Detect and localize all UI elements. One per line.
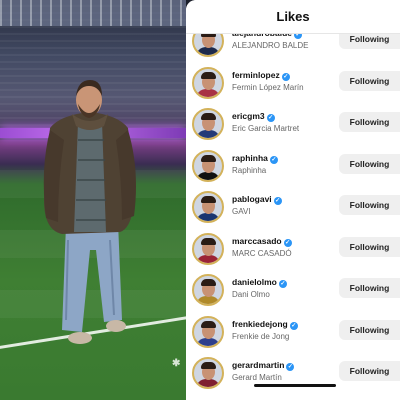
following-button[interactable]: Following — [339, 236, 400, 257]
verified-badge-icon: ✓ — [283, 238, 292, 247]
avatar[interactable] — [192, 315, 224, 348]
full-name: Frenkie de Jong — [232, 331, 290, 341]
avatar[interactable] — [192, 274, 224, 306]
following-button[interactable]: Following — [339, 278, 400, 298]
liker-row[interactable]: raphinha ✓ Raphinha Following — [186, 145, 400, 187]
full-name: Fermin López Marín — [232, 82, 304, 92]
username-text[interactable]: pablogavi — [232, 194, 272, 204]
username-text[interactable]: raphinha — [232, 153, 268, 163]
username[interactable]: gerardmartin ✓ — [232, 360, 295, 371]
likes-panel: Likes alejandrobalde✓ALEJANDRO BALDEFoll… — [186, 0, 400, 400]
following-button[interactable]: Following — [339, 319, 400, 340]
following-button[interactable]: Following — [339, 112, 400, 132]
username[interactable]: marccasado ✓ — [232, 236, 292, 247]
verified-badge-icon: ✓ — [266, 114, 275, 122]
full-name: ALEJANDRO BALDE — [232, 41, 309, 50]
post-photo — [0, 0, 186, 400]
username[interactable]: frenkiedejong ✓ — [232, 319, 298, 330]
person-figure — [43, 80, 136, 344]
username-text[interactable]: ericgm3 — [232, 111, 265, 121]
liker-row[interactable]: marccasado ✓ MARC CASADÓ Following — [186, 228, 400, 270]
avatar[interactable] — [192, 357, 224, 389]
liker-row[interactable]: ericgm3 ✓ Eric Garcia Martret Following — [186, 103, 400, 145]
avatar[interactable] — [192, 232, 224, 265]
likes-list: alejandrobalde✓ALEJANDRO BALDEFollowingf… — [186, 20, 400, 394]
verified-badge-icon: ✓ — [289, 321, 298, 330]
username-text[interactable]: gerardmartin — [232, 360, 284, 370]
watermark-mark: ✱ — [172, 358, 181, 369]
avatar[interactable] — [192, 149, 224, 182]
username[interactable]: ericgm3 ✓ — [232, 111, 275, 122]
following-button[interactable]: Following — [339, 153, 400, 174]
liker-row[interactable]: gerardmartin ✓ Gerard Martín Following — [186, 352, 400, 394]
username-text[interactable]: frenkiedejong — [232, 319, 288, 329]
liker-row[interactable]: frenkiedejong ✓ Frenkie de Jong Following — [186, 311, 400, 353]
verified-badge-icon: ✓ — [269, 155, 278, 164]
verified-badge-icon: ✓ — [278, 280, 287, 288]
full-name: Dani Olmo — [232, 290, 270, 299]
username-text[interactable]: marccasado — [232, 236, 282, 246]
following-button[interactable]: Following — [339, 361, 400, 381]
likes-title: Likes — [186, 0, 400, 34]
full-name: Raphinha — [232, 165, 267, 175]
verified-badge-icon: ✓ — [286, 363, 295, 371]
full-name: Gerard Martín — [232, 373, 282, 382]
full-name: GAVI — [232, 207, 251, 216]
home-indicator — [254, 384, 336, 387]
username-text[interactable]: danielolmo — [232, 277, 277, 287]
following-button[interactable]: Following — [339, 195, 400, 215]
liker-row[interactable]: pablogavi ✓ GAVI Following — [186, 186, 400, 228]
avatar[interactable] — [192, 191, 224, 223]
full-name: MARC CASADÓ — [232, 248, 292, 258]
username[interactable]: danielolmo ✓ — [232, 277, 287, 288]
avatar[interactable] — [192, 108, 224, 140]
avatar[interactable] — [192, 66, 224, 99]
verified-badge-icon: ✓ — [281, 72, 290, 81]
username[interactable]: pablogavi ✓ — [232, 194, 282, 205]
following-button[interactable]: Following — [339, 70, 400, 91]
username[interactable]: raphinha ✓ — [232, 153, 278, 164]
liker-row[interactable]: ferminlopez ✓ Fermin López Marín Following — [186, 62, 400, 104]
liker-row[interactable]: danielolmo ✓ Dani Olmo Following — [186, 269, 400, 311]
verified-badge-icon: ✓ — [273, 197, 282, 205]
full-name: Eric Garcia Martret — [232, 124, 300, 133]
username-text[interactable]: ferminlopez — [232, 70, 280, 80]
username[interactable]: ferminlopez ✓ — [232, 70, 290, 81]
